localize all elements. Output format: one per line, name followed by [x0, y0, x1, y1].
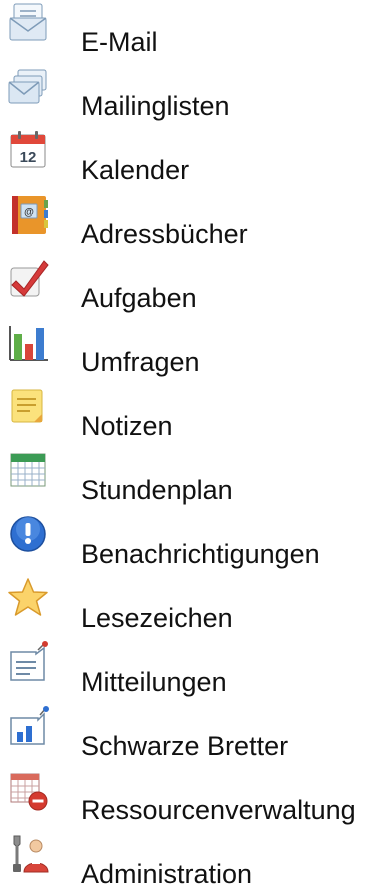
- email-icon: [6, 0, 50, 44]
- notification-icon: [6, 512, 50, 556]
- menu-item-label: Adressbücher: [81, 219, 248, 249]
- menu-item-timetable[interactable]: Stundenplan: [0, 448, 380, 512]
- menu-item-calendar[interactable]: 12 Kalender: [0, 128, 380, 192]
- administration-icon: [6, 832, 50, 876]
- menu-item-label: Ressourcenverwaltung: [81, 795, 356, 825]
- menu-item-polls[interactable]: Umfragen: [0, 320, 380, 384]
- poll-chart-icon: [6, 320, 50, 364]
- menu-item-label: Notizen: [81, 411, 173, 441]
- address-book-icon: @: [6, 192, 50, 236]
- calendar-icon: 12: [6, 128, 50, 172]
- menu-item-label: Lesezeichen: [81, 603, 233, 633]
- menu-item-label: Schwarze Bretter: [81, 731, 289, 761]
- menu-item-label: E-Mail: [81, 27, 158, 57]
- menu-item-email[interactable]: E-Mail: [0, 0, 380, 64]
- menu-item-label: Mitteilungen: [81, 667, 227, 697]
- module-menu: E-Mail Mailinglisten 12 Kalender @ Adres…: [0, 0, 380, 895]
- menu-item-tasks[interactable]: Aufgaben: [0, 256, 380, 320]
- menu-item-label: Administration: [81, 859, 253, 889]
- menu-item-bookmarks[interactable]: Lesezeichen: [0, 576, 380, 640]
- menu-item-label: Kalender: [81, 155, 190, 185]
- menu-item-messages[interactable]: Mitteilungen: [0, 640, 380, 704]
- resource-management-icon: [6, 768, 50, 812]
- menu-item-notes[interactable]: Notizen: [0, 384, 380, 448]
- menu-item-notifications[interactable]: Benachrichtigungen: [0, 512, 380, 576]
- menu-item-label: Umfragen: [81, 347, 200, 377]
- menu-item-resource-management[interactable]: Ressourcenverwaltung: [0, 768, 380, 832]
- svg-text:12: 12: [20, 149, 37, 166]
- menu-item-administration[interactable]: Administration: [0, 832, 380, 896]
- menu-item-label: Benachrichtigungen: [81, 539, 320, 569]
- menu-item-label: Mailinglisten: [81, 91, 230, 121]
- bulletin-board-icon: [6, 704, 50, 748]
- menu-item-label: Aufgaben: [81, 283, 197, 313]
- mailing-lists-icon: [6, 64, 50, 108]
- menu-item-mailing-lists[interactable]: Mailinglisten: [0, 64, 380, 128]
- task-check-icon: [6, 256, 50, 300]
- bookmark-star-icon: [6, 576, 50, 620]
- menu-item-address-books[interactable]: @ Adressbücher: [0, 192, 380, 256]
- notes-icon: [6, 384, 50, 428]
- svg-text:@: @: [24, 207, 34, 218]
- menu-item-label: Stundenplan: [81, 475, 233, 505]
- messages-icon: [6, 640, 50, 684]
- menu-item-bulletin-boards[interactable]: Schwarze Bretter: [0, 704, 380, 768]
- timetable-icon: [6, 448, 50, 492]
